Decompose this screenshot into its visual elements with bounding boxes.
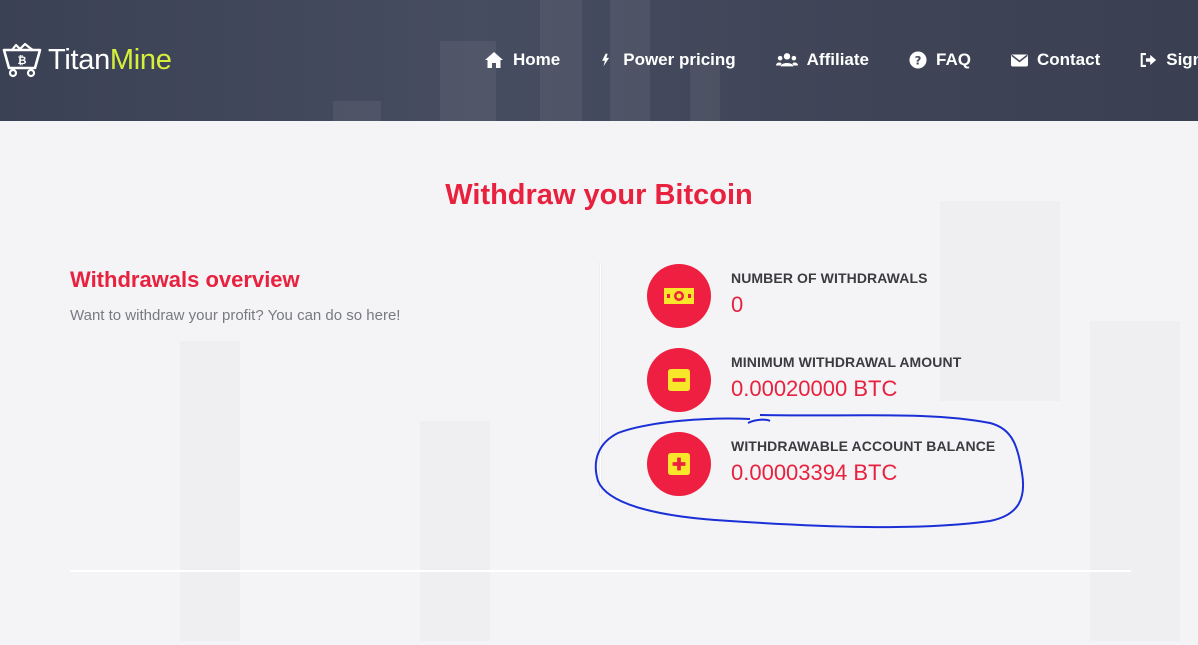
stat-value: 0: [731, 292, 744, 317]
section-divider: [70, 570, 1131, 572]
background-shape: [180, 341, 240, 641]
brand-name-part1: Titan: [48, 43, 110, 76]
home-icon: [485, 52, 503, 68]
main-content: Withdraw your Bitcoin Withdrawals overvi…: [0, 121, 1198, 645]
brand-logo[interactable]: ₿ Titan Mine: [0, 40, 172, 80]
overview-title: Withdrawals overview: [70, 267, 300, 292]
money-bill-icon: [664, 288, 694, 304]
question-circle-icon: ?: [909, 51, 927, 69]
users-icon: [775, 53, 798, 67]
nav-label: Sign Out: [1166, 50, 1198, 69]
nav-label: Affiliate: [806, 50, 869, 69]
stat-icon-circle: [647, 264, 711, 328]
svg-text:?: ?: [915, 54, 922, 68]
nav-item-power-pricing[interactable]: Power pricing: [600, 50, 736, 70]
envelope-icon: [1010, 54, 1028, 66]
bolt-icon: [602, 53, 610, 67]
stat-value: 0.00020000 BTC: [731, 376, 898, 401]
page-title: Withdraw your Bitcoin: [445, 179, 753, 211]
nav-item-home[interactable]: Home: [484, 50, 560, 70]
svg-text:₿: ₿: [18, 54, 27, 67]
overview-description: Want to withdraw your profit? You can do…: [70, 307, 401, 324]
stat-number-of-withdrawals: NUMBER OF WITHDRAWALS 0: [647, 264, 1067, 328]
nav-label: Home: [513, 50, 561, 69]
nav-item-sign-out[interactable]: Sign Out: [1140, 50, 1198, 70]
mining-cart-icon: ₿: [2, 42, 42, 78]
background-shape: [420, 421, 490, 641]
nav-label: Contact: [1036, 50, 1101, 69]
sign-out-icon: [1140, 53, 1157, 67]
background-shape: [1090, 321, 1180, 641]
background-bar: [333, 101, 381, 121]
nav-label: FAQ: [936, 50, 971, 69]
minus-square-icon: [668, 369, 690, 391]
nav-item-faq[interactable]: ? FAQ: [909, 50, 971, 70]
stat-minimum-withdrawal-amount: MINIMUM WITHDRAWAL AMOUNT 0.00020000 BTC: [647, 348, 1067, 412]
nav-label: Power pricing: [623, 50, 736, 69]
nav-item-affiliate[interactable]: Affiliate: [775, 50, 869, 70]
stat-label: NUMBER OF WITHDRAWALS: [731, 270, 928, 286]
annotation-circle: [594, 414, 1025, 529]
stat-label: MINIMUM WITHDRAWAL AMOUNT: [731, 354, 962, 370]
brand-name-part2: Mine: [109, 43, 172, 76]
nav-item-contact[interactable]: Contact: [1010, 50, 1101, 70]
site-header: ₿ Titan Mine Home Power pricing Affiliate: [0, 0, 1198, 121]
stat-icon-circle: [647, 348, 711, 412]
main-nav: Home Power pricing Affiliate ? FAQ Conta…: [484, 46, 1198, 74]
